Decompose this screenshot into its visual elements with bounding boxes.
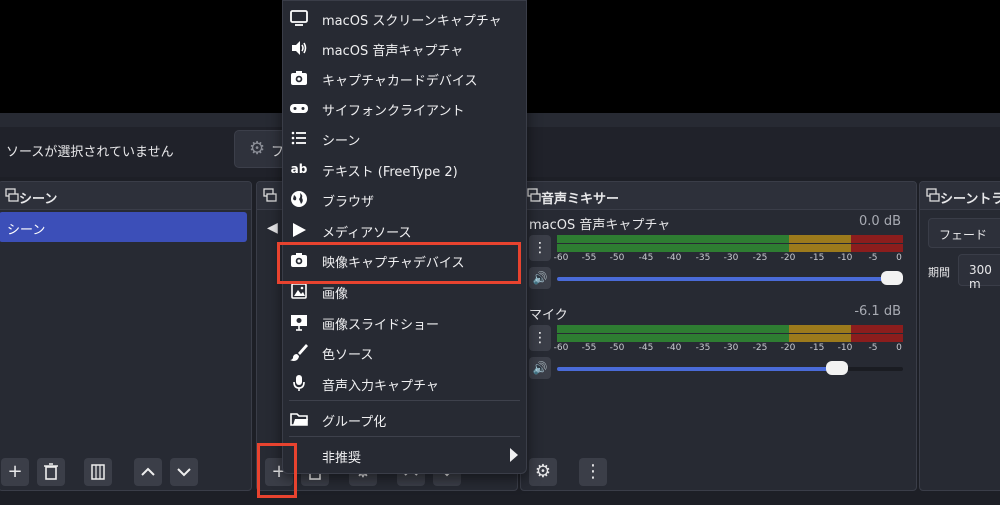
menu-item-macos-audio-capture[interactable]: macOS 音声キャプチャ: [283, 33, 526, 63]
move-scene-down-button[interactable]: [170, 458, 198, 486]
gear-icon: ⚙: [249, 138, 266, 159]
speaker-icon: ◀: [267, 220, 278, 236]
transition-select[interactable]: フェード: [928, 218, 1000, 248]
channel-db-readout: 0.0 dB: [859, 214, 901, 229]
text-ab-icon: ab: [290, 162, 308, 176]
obs-window: ソースが選択されていません ⚙ フ シーン シーン + ◀ + 音声ミキサー m…: [0, 0, 1000, 505]
duration-input[interactable]: 300 m: [958, 254, 1000, 291]
menu-separator: [289, 400, 520, 401]
speaker-icon: [292, 41, 307, 55]
meter-ticks: -60 -55 -50 -45 -40 -35 -30 -25 -20 -15 -10 -5 0: [553, 343, 902, 353]
menu-separator: [289, 436, 520, 437]
menu-item-audio-input-capture[interactable]: 音声入力キャプチャ: [283, 368, 526, 398]
audio-mixer-dock-title: 音声ミキサー: [521, 182, 916, 210]
scenes-dock-title: シーン: [0, 182, 251, 210]
channel-name: マイク: [529, 308, 568, 323]
scene-filters-button[interactable]: [84, 458, 112, 486]
list-icon: [291, 131, 306, 145]
filter-icon: [91, 464, 105, 480]
highlight-video-capture-device: [277, 242, 521, 284]
mixer-channel: マイク -6.1 dB ⋮ -60 -55 -50 -45 -40 -35 -30 -25 -2…: [525, 304, 905, 394]
duration-label: 期間: [928, 266, 950, 279]
menu-item-media-source[interactable]: メディアソース: [283, 215, 526, 245]
scenes-dock: シーン シーン +: [0, 181, 252, 491]
transitions-dock-title: シーントラ: [920, 182, 1000, 210]
trash-icon: [44, 463, 58, 480]
menu-item-text-freetype[interactable]: ab テキスト (FreeType 2): [283, 154, 526, 184]
scene-list-item[interactable]: シーン: [0, 212, 247, 242]
volume-slider-fill: [557, 367, 844, 371]
mixer-menu-button[interactable]: ⋮: [579, 458, 607, 486]
camera-icon: [291, 71, 307, 85]
chevron-up-icon: [141, 467, 155, 476]
volume-slider-handle[interactable]: [826, 361, 848, 375]
slideshow-icon: [291, 315, 307, 331]
dock-window-icon[interactable]: [5, 188, 19, 202]
dock-window-icon[interactable]: [926, 188, 940, 202]
menu-item-color-source[interactable]: 色ソース: [283, 337, 526, 367]
highlight-add-source-button: [257, 443, 297, 498]
microphone-icon: [293, 375, 305, 391]
transitions-label: シーントラ: [940, 192, 1000, 207]
menu-item-group[interactable]: グループ化: [283, 404, 526, 434]
add-scene-button[interactable]: +: [1, 458, 29, 486]
volume-slider[interactable]: [557, 361, 903, 375]
menu-item-image-slideshow[interactable]: 画像スライドショー: [283, 307, 526, 337]
monitor-icon: [290, 10, 308, 26]
folder-icon: [290, 413, 308, 426]
move-scene-up-button[interactable]: [134, 458, 162, 486]
volume-slider-fill: [557, 277, 903, 281]
menu-item-capture-card-device[interactable]: キャプチャカードデバイス: [283, 63, 526, 93]
menu-item-scene[interactable]: シーン: [283, 123, 526, 153]
brush-icon: [290, 344, 308, 361]
play-icon: [293, 223, 306, 237]
channel-menu-button[interactable]: ⋮: [529, 325, 551, 351]
meter-ticks: -60 -55 -50 -45 -40 -35 -30 -25 -20 -15 -10 -5 0: [553, 253, 902, 263]
menu-item-syphon-client[interactable]: サイフォンクライアント: [283, 93, 526, 123]
volume-slider-handle[interactable]: [881, 271, 903, 285]
remove-scene-button[interactable]: [37, 458, 65, 486]
dock-window-icon[interactable]: [263, 188, 277, 202]
volume-slider[interactable]: [557, 271, 903, 285]
volume-meter: [557, 235, 903, 253]
no-source-selected-label: ソースが選択されていません: [6, 145, 174, 160]
audio-mixer-label: 音声ミキサー: [541, 192, 620, 207]
menu-item-browser[interactable]: ブラウザ: [283, 184, 526, 214]
audio-mixer-dock: 音声ミキサー macOS 音声キャプチャ 0.0 dB ⋮ -60 -55 -50-…: [520, 181, 917, 491]
channel-db-readout: -6.1 dB: [854, 304, 901, 319]
image-icon: [291, 283, 307, 299]
mute-speaker-icon[interactable]: 🔊: [529, 357, 551, 379]
menu-item-macos-screen-capture[interactable]: macOS スクリーンキャプチャ: [283, 3, 526, 33]
mixer-settings-button[interactable]: ⚙: [529, 458, 557, 486]
scenes-dock-label: シーン: [19, 192, 58, 207]
channel-menu-button[interactable]: ⋮: [529, 235, 551, 261]
gamepad-icon: [290, 104, 308, 113]
dock-window-icon[interactable]: [527, 188, 541, 202]
chevron-down-icon: [177, 468, 191, 477]
channel-name: macOS 音声キャプチャ: [529, 218, 671, 233]
volume-meter: [557, 325, 903, 343]
mixer-channel: macOS 音声キャプチャ 0.0 dB ⋮ -60 -55 -50 -45 -40 -3…: [525, 214, 905, 304]
menu-item-deprecated[interactable]: 非推奨: [283, 440, 526, 470]
chevron-right-icon: [510, 448, 518, 462]
add-source-menu: macOS スクリーンキャプチャ macOS 音声キャプチャ キャプチャカードデ…: [282, 0, 527, 474]
mute-speaker-icon[interactable]: 🔊: [529, 267, 551, 289]
globe-icon: [291, 191, 307, 207]
scene-transitions-dock: シーントラ フェード 期間 300 m: [919, 181, 1000, 491]
